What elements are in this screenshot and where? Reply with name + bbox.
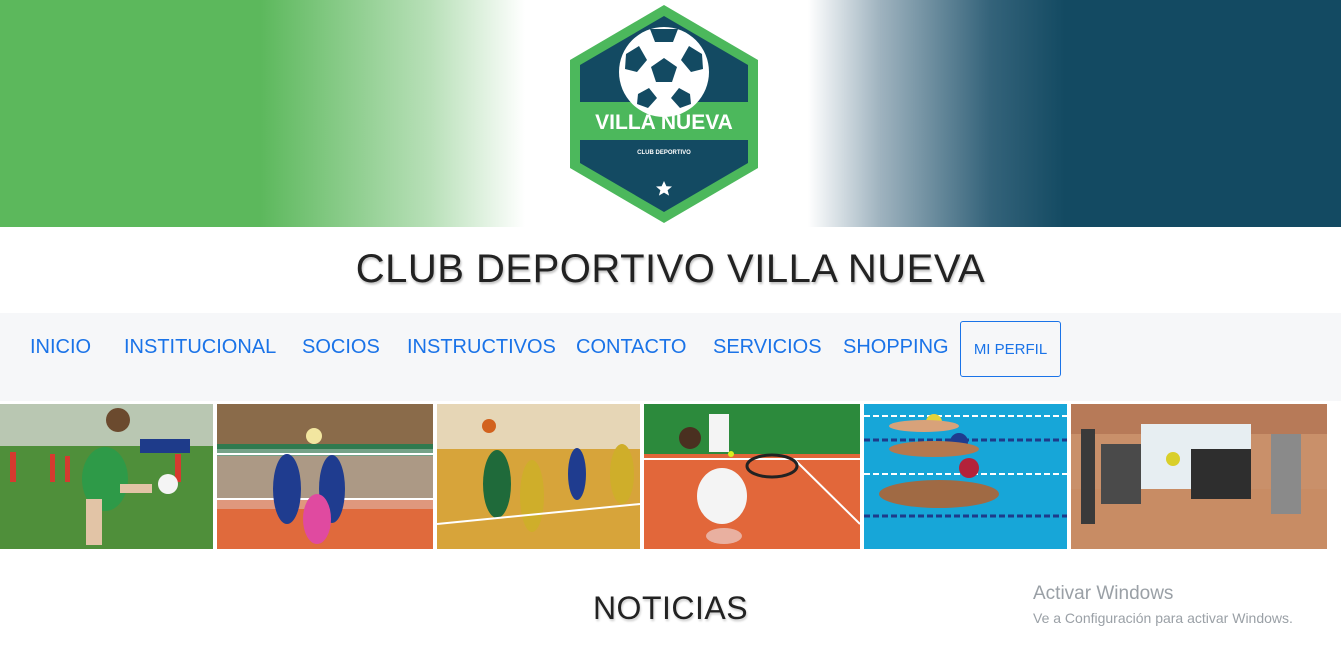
nav-link-contacto[interactable]: CONTACTO xyxy=(576,335,686,359)
site-title: CLUB DEPORTIVO VILLA NUEVA xyxy=(355,247,986,291)
nav-link-instructivos[interactable]: INSTRUCTIVOS xyxy=(407,335,556,359)
photo-gym xyxy=(1071,404,1327,549)
logo-name: VILLA NUEVA xyxy=(595,111,733,134)
photo-soccer xyxy=(0,404,213,549)
nav-link-servicios[interactable]: SERVICIOS xyxy=(713,335,822,359)
club-logo[interactable]: VILLA NUEVA CLUB DEPORTIVO xyxy=(563,2,765,226)
photo-swimming xyxy=(864,404,1067,549)
nav-link-shopping[interactable]: SHOPPING xyxy=(843,335,949,359)
nav-link-institucional[interactable]: INSTITUCIONAL xyxy=(124,335,276,359)
photo-volleyball xyxy=(217,404,433,549)
hero-banner: VILLA NUEVA CLUB DEPORTIVO xyxy=(0,0,1341,227)
nav-link-socios[interactable]: SOCIOS xyxy=(302,335,380,359)
main-navbar: INICIO INSTITUCIONAL SOCIOS INSTRUCTIVOS… xyxy=(0,313,1341,401)
watermark-subtitle: Ve a Configuración para activar Windows. xyxy=(1033,610,1293,626)
photo-basketball xyxy=(437,404,640,549)
mi-perfil-button[interactable]: MI PERFIL xyxy=(960,321,1061,377)
soccer-ball-icon xyxy=(619,27,709,117)
logo-subtitle: CLUB DEPORTIVO xyxy=(637,150,691,156)
watermark-title: Activar Windows xyxy=(1033,583,1174,604)
windows-activation-watermark: Activar Windows Ve a Configuración para … xyxy=(1033,583,1293,628)
photo-tennis xyxy=(644,404,860,549)
nav-link-inicio[interactable]: INICIO xyxy=(30,335,91,359)
